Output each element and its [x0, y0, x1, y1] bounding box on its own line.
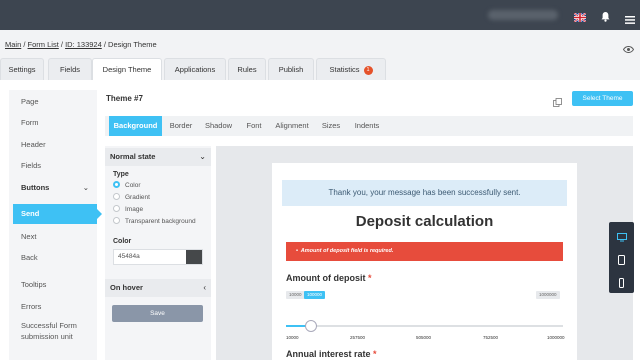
field-label-text: Annual interest rate [286, 349, 371, 359]
mobile-icon[interactable] [619, 275, 624, 293]
tab-applications[interactable]: Applications [164, 58, 226, 80]
sidebar-item-errors[interactable]: Errors [9, 297, 97, 317]
sidebar-item-page[interactable]: Page [9, 92, 97, 112]
slider-min-label: 10000 [286, 291, 305, 299]
statistics-badge: 1 [363, 65, 373, 75]
type-radio-color[interactable]: Color [113, 181, 141, 191]
tab-statistics[interactable]: Statistics 1 [316, 58, 386, 80]
select-theme-button[interactable]: Select Theme [572, 91, 633, 106]
chevron-down-icon: ⌄ [82, 183, 89, 192]
sidebar-item-label: Successful Form [21, 321, 77, 330]
radio-button-icon [113, 193, 120, 200]
radio-button-icon [113, 217, 120, 224]
sidebar-item-label: Buttons [21, 183, 50, 192]
breadcrumb-form-list[interactable]: Form List [28, 40, 59, 49]
field-label-interest: Annual interest rate * [286, 349, 377, 359]
sidebar-item-back[interactable]: Back [9, 248, 97, 268]
radio-label: Gradient [125, 194, 150, 201]
copy-icon[interactable] [553, 94, 562, 112]
subtab-alignment[interactable]: Alignment [271, 116, 313, 136]
sidebar-item-form[interactable]: Form [9, 113, 97, 133]
sidebar-item-successful-form[interactable]: Successful Form submission unit [9, 320, 97, 344]
element-sidebar: Page Form Header Fields Buttons ⌄ Send Ne… [9, 90, 102, 360]
subtab-shadow[interactable]: Shadow [201, 116, 236, 136]
tab-statistics-label: Statistics [329, 65, 360, 74]
sidebar-item-fields[interactable]: Fields [9, 156, 97, 176]
sidebar-item-tooltips[interactable]: Tooltips [9, 275, 97, 295]
subtab-sizes[interactable]: Sizes [317, 116, 345, 136]
slider-tick: 10000 [286, 335, 299, 340]
slider-current-label: 100000 [304, 291, 326, 299]
save-button[interactable]: Save [112, 305, 203, 322]
sidebar-item-header[interactable]: Header [9, 135, 97, 155]
radio-button-icon [113, 181, 120, 188]
color-field[interactable]: 45484a [113, 249, 203, 265]
breadcrumb-current: Design Theme [108, 40, 157, 49]
sidebar-item-send[interactable]: Send [13, 204, 102, 224]
sidebar-item-label: submission unit [21, 332, 73, 341]
tab-settings[interactable]: Settings [0, 58, 44, 80]
breadcrumb-main[interactable]: Main [5, 40, 21, 49]
error-text: Amount of deposit field is required. [300, 248, 394, 254]
device-preview-toolbar [609, 222, 634, 293]
color-label: Color [113, 238, 132, 245]
preview-form-card: Thank you, your message has been success… [272, 163, 577, 360]
type-radio-gradient[interactable]: Gradient [113, 193, 150, 203]
subtab-font[interactable]: Font [240, 116, 268, 136]
required-mark: * [373, 349, 377, 359]
main-tabs: Settings Fields Design Theme Application… [0, 58, 640, 81]
bell-icon[interactable] [601, 9, 610, 27]
type-radio-image[interactable]: Image [113, 205, 143, 215]
user-name-blurred [488, 10, 558, 20]
slider-tick: 257500 [350, 335, 366, 340]
subtab-background[interactable]: Background [109, 116, 162, 136]
hamburger-icon[interactable] [625, 11, 635, 29]
required-mark: * [368, 273, 372, 283]
radio-label: Color [125, 182, 141, 189]
color-value: 45484a [118, 253, 140, 260]
chevron-down-icon: ⌄ [199, 152, 206, 161]
tablet-icon[interactable] [618, 252, 625, 270]
tab-publish[interactable]: Publish [268, 58, 314, 80]
radio-label: Transparent background [125, 218, 196, 225]
form-title: Deposit calculation [355, 213, 494, 230]
radio-button-icon [113, 205, 120, 212]
slider-tick: 752500 [483, 335, 499, 340]
form-preview: Thank you, your message has been success… [216, 146, 633, 360]
uk-flag-icon[interactable] [573, 9, 587, 27]
sidebar-item-next[interactable]: Next [9, 227, 97, 247]
field-label-text: Amount of deposit [286, 273, 366, 283]
type-label: Type [113, 171, 129, 178]
style-subtabs: Background Border Shadow Font Alignment … [105, 116, 633, 136]
slider-max-label: 1000000 [536, 291, 560, 299]
on-hover-header[interactable]: On hover ‹ [105, 279, 211, 297]
background-settings: Normal state ⌄ Type Color Gradient Image … [105, 146, 211, 360]
theme-title: Theme #7 [106, 94, 143, 103]
breadcrumb-form-id[interactable]: ID: 133924 [65, 40, 102, 49]
radio-label: Image [125, 206, 144, 213]
slider-tick: 505000 [416, 335, 432, 340]
field-label-amount: Amount of deposit * [286, 273, 372, 283]
subtab-border[interactable]: Border [165, 116, 197, 136]
tab-design-theme[interactable]: Design Theme [92, 58, 162, 81]
slider-handle[interactable] [304, 320, 317, 332]
error-message: • Amount of deposit field is required. [286, 242, 563, 261]
slider-tick: 1000000 [547, 335, 565, 340]
top-bar [0, 0, 640, 30]
tab-rules[interactable]: Rules [228, 58, 266, 80]
color-swatch[interactable] [186, 250, 202, 264]
on-hover-label: On hover [110, 283, 143, 292]
chevron-left-icon: ‹ [203, 283, 206, 292]
success-message: Thank you, your message has been success… [282, 180, 567, 206]
type-radio-transparent[interactable]: Transparent background [113, 217, 196, 227]
tab-fields[interactable]: Fields [48, 58, 92, 80]
amount-slider[interactable] [286, 320, 563, 332]
breadcrumb: Main / Form List / ID: 133924 / Design T… [5, 40, 157, 49]
sidebar-item-buttons[interactable]: Buttons ⌄ [9, 178, 97, 198]
normal-state-label: Normal state [110, 152, 156, 161]
subtab-indents[interactable]: Indents [349, 116, 385, 136]
normal-state-header[interactable]: Normal state ⌄ [105, 148, 211, 166]
desktop-icon[interactable] [617, 229, 627, 247]
eye-icon[interactable] [622, 40, 635, 58]
